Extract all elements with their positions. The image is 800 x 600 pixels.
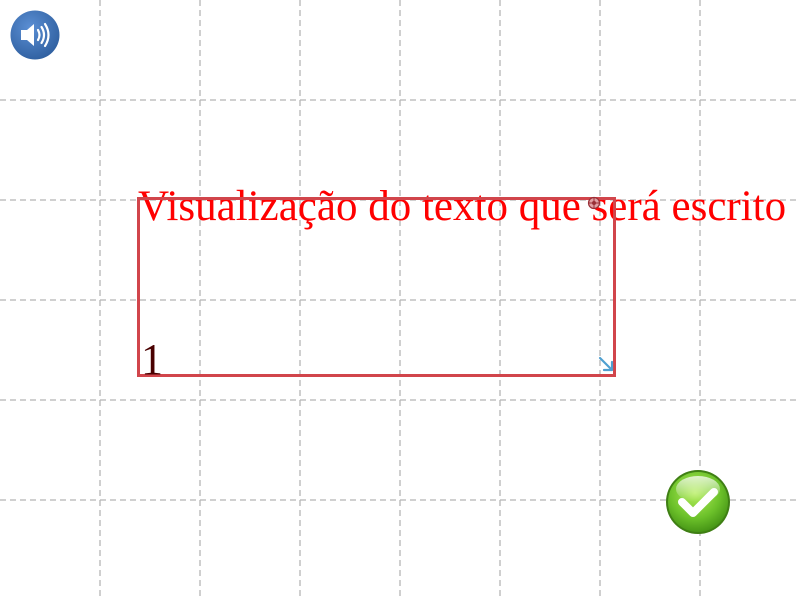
- speaker-icon: [10, 10, 60, 60]
- text-box[interactable]: 1: [137, 197, 616, 382]
- box-number: 1: [141, 335, 163, 384]
- resize-handle[interactable]: [597, 355, 615, 373]
- rotate-handle[interactable]: [587, 196, 601, 210]
- confirm-button[interactable]: [665, 469, 731, 535]
- sound-button[interactable]: [10, 10, 60, 60]
- rotate-icon: [587, 196, 601, 210]
- resize-arrow-icon: [598, 356, 614, 372]
- checkmark-icon: [666, 470, 730, 534]
